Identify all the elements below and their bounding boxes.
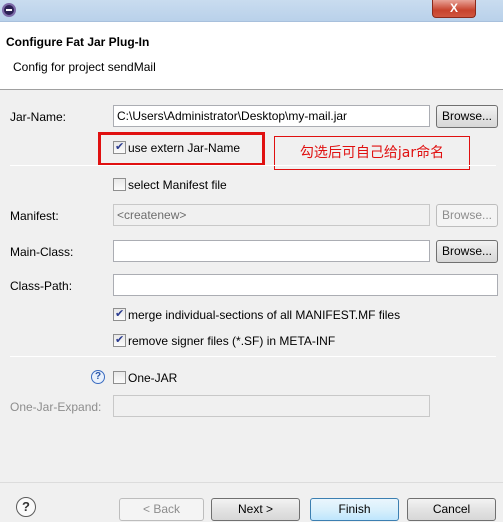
merge-sections-checkbox[interactable] <box>113 307 126 321</box>
help-icon[interactable]: ? <box>91 370 105 384</box>
cancel-button[interactable]: Cancel <box>407 498 496 521</box>
merge-sections-label: merge individual-sections of all MANIFES… <box>128 308 401 322</box>
jar-name-label: Jar-Name: <box>10 110 67 124</box>
jar-name-browse-button[interactable]: Browse... <box>436 105 498 128</box>
one-jar-label: One-JAR <box>128 371 178 385</box>
back-button[interactable]: < Back <box>119 498 204 521</box>
select-manifest-checkbox[interactable] <box>113 178 126 191</box>
select-manifest-label: select Manifest file <box>128 178 227 192</box>
main-class-browse-button[interactable]: Browse... <box>436 240 498 263</box>
manifest-label: Manifest: <box>10 209 59 223</box>
title-bar: X <box>0 0 503 22</box>
manifest-browse-button[interactable]: Browse... <box>436 204 498 227</box>
remove-signer-checkbox[interactable] <box>113 333 126 347</box>
one-jar-expand-input[interactable] <box>113 395 430 417</box>
highlight-box <box>98 132 265 166</box>
close-window-button[interactable]: X <box>432 0 476 18</box>
dialog-title: Configure Fat Jar Plug-In <box>6 35 150 49</box>
eclipse-icon <box>2 3 16 17</box>
one-jar-checkbox[interactable] <box>113 371 126 384</box>
help-icon[interactable]: ? <box>16 497 36 517</box>
one-jar-expand-label: One-Jar-Expand: <box>10 400 102 414</box>
separator <box>10 356 496 357</box>
separator <box>10 165 496 166</box>
jar-name-input[interactable]: C:\Users\Administrator\Desktop\my-mail.j… <box>113 105 430 127</box>
main-class-label: Main-Class: <box>10 245 74 259</box>
next-button[interactable]: Next > <box>211 498 300 521</box>
dialog-description: Config for project sendMail <box>13 60 156 74</box>
dialog-header: Configure Fat Jar Plug-In Config for pro… <box>0 22 503 90</box>
remove-signer-label: remove signer files (*.SF) in META-INF <box>128 334 336 348</box>
class-path-input[interactable] <box>113 274 498 296</box>
manifest-input[interactable]: <createnew> <box>113 204 430 226</box>
main-class-input[interactable] <box>113 240 430 262</box>
finish-button[interactable]: Finish <box>310 498 399 521</box>
footer-divider <box>0 482 503 483</box>
class-path-label: Class-Path: <box>10 279 73 293</box>
